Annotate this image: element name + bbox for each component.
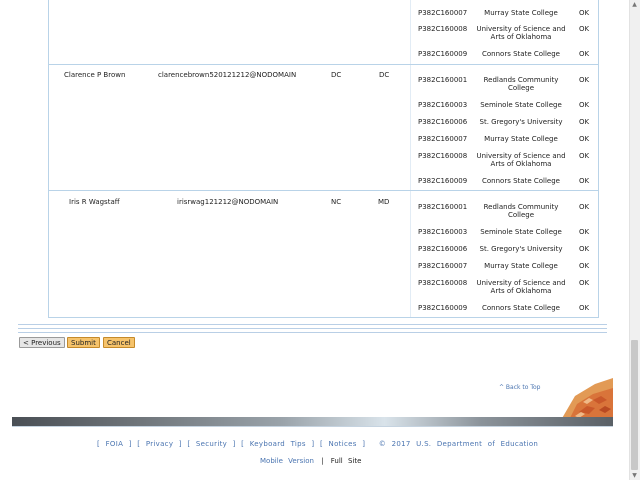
college-cell: Connors State College xyxy=(482,50,560,58)
status-cell: OK xyxy=(579,177,590,185)
row-divider xyxy=(48,190,598,191)
submit-button[interactable]: Submit xyxy=(67,337,100,348)
status-cell: OK xyxy=(579,135,590,143)
brick-illustration xyxy=(561,378,613,420)
scrollbar-thumb[interactable] xyxy=(631,340,638,470)
status-cell: OK xyxy=(579,304,590,312)
status-cell: OK xyxy=(579,203,590,211)
footer-rule xyxy=(12,426,613,427)
college-cell: Redlands Community College xyxy=(483,203,559,219)
previous-button[interactable]: < Previous xyxy=(19,337,65,348)
page: P382C160007 Murray State College OK P382… xyxy=(0,0,629,480)
person-state-2: DC xyxy=(379,71,390,79)
person-email: irisrwag121212@NODOMAIN xyxy=(177,198,279,206)
status-cell: OK xyxy=(579,245,590,253)
scroll-down-arrow-icon[interactable]: ▼ xyxy=(631,472,638,479)
status-cell: OK xyxy=(579,228,590,236)
footer-link-foia[interactable]: FOIA xyxy=(106,440,124,448)
section-rule xyxy=(18,324,607,325)
status-cell: OK xyxy=(579,50,590,58)
table-left-border xyxy=(48,0,49,318)
code-cell: P382C160009 xyxy=(418,177,468,185)
code-cell: P382C160006 xyxy=(418,118,468,126)
footer-links: [ FOIA ] [ Privacy ] [ Security ] [ Keyb… xyxy=(97,440,539,448)
college-cell: University of Science and Arts of Oklaho… xyxy=(476,25,566,41)
status-cell: OK xyxy=(579,9,590,17)
code-cell: P382C160003 xyxy=(418,228,468,236)
college-cell: Connors State College xyxy=(482,177,560,185)
footer-link-privacy[interactable]: Privacy xyxy=(146,440,173,448)
footer-link-security[interactable]: Security xyxy=(196,440,227,448)
code-cell: P382C160007 xyxy=(418,135,468,143)
code-cell: P382C160006 xyxy=(418,245,468,253)
college-cell: Murray State College xyxy=(484,9,558,17)
code-cell: P382C160008 xyxy=(418,25,468,33)
code-cell: P382C160008 xyxy=(418,152,468,160)
college-cell: Connors State College xyxy=(482,304,560,312)
college-cell: Seminole State College xyxy=(480,228,562,236)
status-cell: OK xyxy=(579,262,590,270)
person-state-1: NC xyxy=(331,198,342,206)
person-state-2: MD xyxy=(378,198,390,206)
footer-link-keyboard-tips[interactable]: Keyboard Tips xyxy=(250,440,306,448)
row-divider xyxy=(48,317,598,318)
college-cell: St. Gregory's University xyxy=(479,245,563,253)
status-cell: OK xyxy=(579,25,590,33)
footer-banner xyxy=(12,417,613,426)
cancel-button[interactable]: Cancel xyxy=(103,337,135,348)
college-cell: Seminole State College xyxy=(480,101,562,109)
code-cell: P382C160007 xyxy=(418,262,468,270)
table-right-border xyxy=(598,0,599,318)
code-cell: P382C160001 xyxy=(418,76,468,84)
person-name: Clarence P Brown xyxy=(64,71,126,79)
status-cell: OK xyxy=(579,118,590,126)
code-cell: P382C160003 xyxy=(418,101,468,109)
person-state-1: DC xyxy=(331,71,342,79)
college-cell: Murray State College xyxy=(484,135,558,143)
footer-separator: | xyxy=(321,457,324,465)
footer-site-switch: Mobile Version | Full Site xyxy=(260,457,361,465)
code-cell: P382C160007 xyxy=(418,9,468,17)
full-site-label: Full Site xyxy=(330,457,362,465)
footer-link-notices[interactable]: Notices xyxy=(329,440,357,448)
row-divider xyxy=(48,64,598,65)
code-cell: P382C160009 xyxy=(418,50,468,58)
status-cell: OK xyxy=(579,279,590,287)
person-email: clarencebrown520121212@NODOMAIN xyxy=(158,71,297,79)
mobile-version-link[interactable]: Mobile Version xyxy=(260,457,314,465)
table-subcolumn-divider xyxy=(410,0,411,318)
back-to-top-link[interactable]: ^ Back to Top xyxy=(499,384,540,391)
college-cell: Murray State College xyxy=(484,262,558,270)
code-cell: P382C160009 xyxy=(418,304,468,312)
footer-brick-graphic xyxy=(555,378,613,420)
status-cell: OK xyxy=(579,76,590,84)
code-cell: P382C160008 xyxy=(418,279,468,287)
section-rule xyxy=(18,328,607,329)
section-rule xyxy=(18,332,607,333)
college-cell: University of Science and Arts of Oklaho… xyxy=(476,279,566,295)
person-name: Iris R Wagstaff xyxy=(69,198,120,206)
college-cell: University of Science and Arts of Oklaho… xyxy=(476,152,566,168)
code-cell: P382C160001 xyxy=(418,203,468,211)
status-cell: OK xyxy=(579,152,590,160)
status-cell: OK xyxy=(579,101,590,109)
college-cell: Redlands Community College xyxy=(483,76,559,92)
footer-copyright: © 2017 U.S. Department of Education xyxy=(378,440,539,448)
scroll-up-arrow-icon[interactable]: ▲ xyxy=(631,1,638,8)
college-cell: St. Gregory's University xyxy=(479,118,563,126)
